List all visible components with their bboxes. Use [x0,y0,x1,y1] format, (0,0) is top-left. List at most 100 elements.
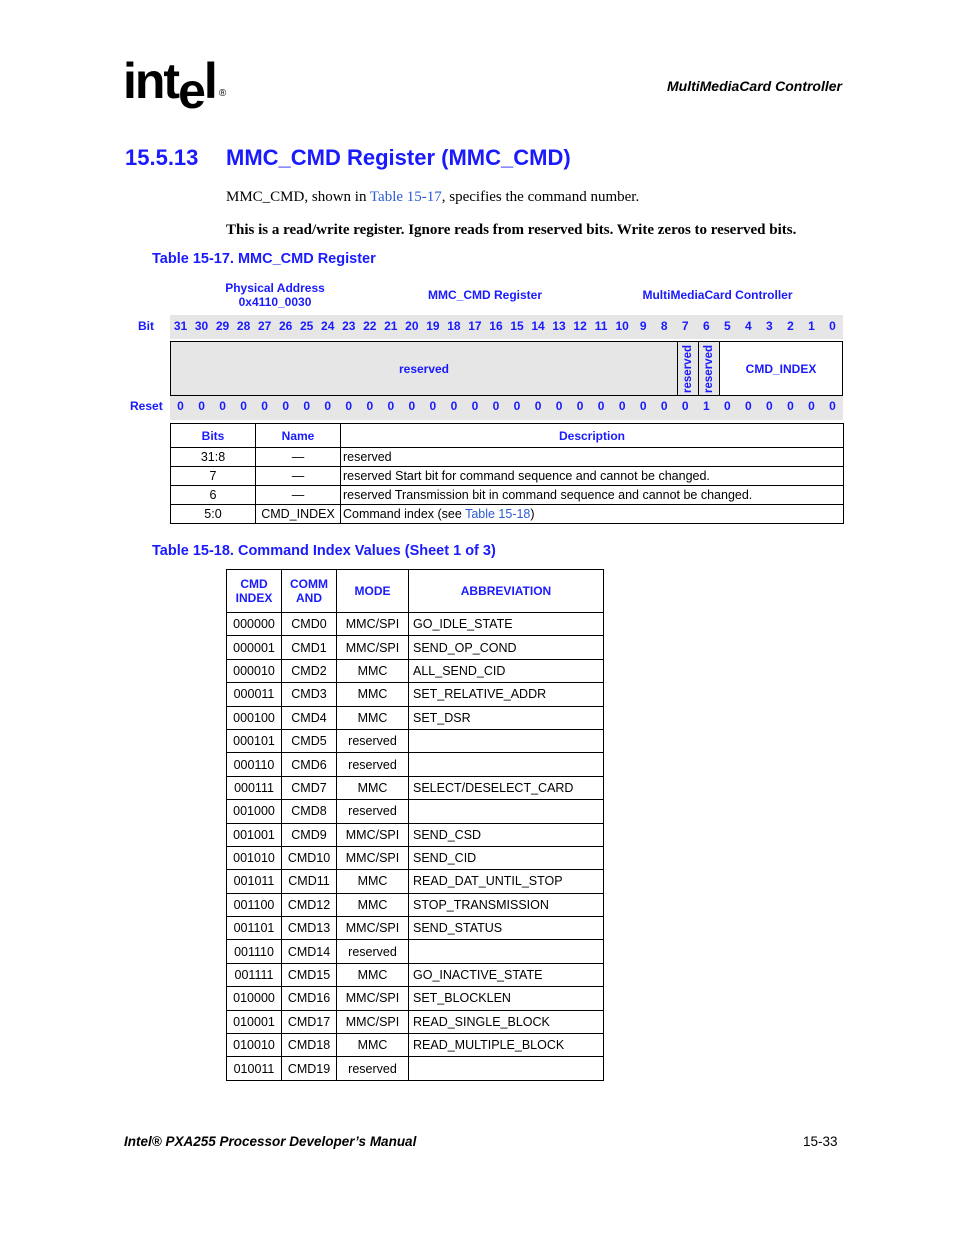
command-index-table: CMD INDEX COMM AND MODE ABBREVIATION 00000… [226,569,604,1081]
cell-mode: MMC/SPI [336,822,409,847]
reset-value: 0 [303,399,311,413]
bit-number: 13 [552,319,566,333]
bit-number: 31 [173,319,188,333]
cell-mode: reserved [336,939,409,964]
intel-logo: intel ® [123,53,227,116]
cell-abbreviation: SET_RELATIVE_ADDR [408,682,604,707]
cell-command: CMD10 [281,845,337,871]
bit-number: 0 [829,319,836,333]
cell-cmd-index: 000001 [226,635,282,660]
footer-manual-title: Intel® PXA255 Processor Developer’s Manu… [124,1134,417,1149]
cell-cmd-index: 001101 [226,916,282,941]
bit-row-label: Bit [138,319,154,333]
cell-abbreviation: SET_DSR [408,705,604,730]
column-header-mode: MODE [336,569,409,613]
table-row: 001110 CMD14 reserved [226,939,604,964]
cell-command: CMD5 [281,728,337,754]
table-row: 000010 CMD2 MMC ALL_SEND_CID [226,658,604,684]
bit-number: 11 [594,319,608,333]
reset-value: 0 [766,399,773,413]
cell-mode: MMC/SPI [336,635,409,660]
header-line: INDEX [235,591,273,605]
reset-value: 0 [618,399,626,413]
cell-mode: MMC [336,892,409,918]
cell-abbreviation: READ_DAT_UNTIL_STOP [408,869,604,894]
bit-number: 21 [384,319,398,333]
cell-cmd-index: 001010 [226,845,282,871]
cell-cmd-index: 001001 [226,822,282,847]
logo-text: int [123,53,180,109]
table-row: 000110 CMD6 reserved [226,752,604,777]
table-header-row: CMD INDEX COMM AND MODE ABBREVIATION [226,569,604,613]
command-table-caption: Table 15-18. Command Index Values (Sheet… [152,543,496,559]
cell-abbreviation: SEND_CSD [408,822,604,847]
cell-abbreviation: READ_SINGLE_BLOCK [408,1009,604,1035]
reset-value: 0 [450,399,458,413]
cell-mode: MMC/SPI [336,1009,409,1035]
table-15-17-link[interactable]: Table 15-17 [370,189,442,205]
cell-command: CMD0 [281,611,337,637]
reset-value: 0 [177,399,184,413]
reset-row-label: Reset [130,399,163,413]
cell-name: — [255,485,341,505]
reset-value: 0 [471,399,479,413]
bit-number: 10 [615,319,629,333]
cell-cmd-index: 000000 [226,611,282,637]
cell-cmd-index: 000011 [226,682,282,707]
field-reserved-31-8: reserved [398,361,450,376]
logo-text-l: l [203,53,218,109]
section-heading: 15.5.13 MMC_CMD Register (MMC_CMD) [125,145,571,171]
bit-number: 17 [468,319,482,333]
cell-cmd-index: 001111 [226,962,282,988]
cell-cmd-index: 010010 [226,1033,282,1058]
cell-mode: MMC [336,705,409,730]
column-header-command: COMM AND [281,569,337,613]
cell-abbreviation [408,728,604,754]
table-15-18-link[interactable]: Table 15-18 [465,507,530,521]
table-row: 000011 CMD3 MMC SET_RELATIVE_ADDR [226,682,604,707]
bit-number: 6 [702,319,710,333]
field-reserved-bit-6: reserved [698,342,719,395]
field-label: reserved [703,344,715,393]
bit-number: 18 [447,319,461,333]
cell-command: CMD7 [281,775,337,801]
cell-abbreviation: SELECT/DESELECT_CARD [408,775,604,801]
register-field-map: reserved reserved reserved CMD_INDEX [170,341,843,396]
reset-value: 0 [429,399,437,413]
physical-address-value: 0x4110_0030 [238,295,312,309]
reset-value: 0 [324,399,332,413]
cell-cmd-index: 000101 [226,728,282,754]
cell-cmd-index: 001110 [226,939,282,964]
reset-value: 0 [808,399,815,413]
bit-number: 4 [745,319,752,333]
bit-number: 14 [531,319,545,333]
reset-value: 0 [219,399,226,413]
cell-mode: reserved [336,728,409,754]
cell-command: CMD17 [281,1009,337,1035]
cell-mode: MMC/SPI [336,611,409,637]
cell-abbreviation [408,799,604,824]
registered-mark: ® [218,88,227,99]
reset-value: 0 [597,399,605,413]
table-row: 001011 CMD11 MMC READ_DAT_UNTIL_STOP [226,869,604,894]
description-text-suffix: ) [530,507,535,521]
cell-mode: MMC [336,682,409,707]
table-row: 001000 CMD8 reserved [226,799,604,824]
cell-mode: MMC [336,869,409,894]
cell-mode: MMC/SPI [336,916,409,941]
table-row: 001001 CMD9 MMC/SPI SEND_CSD [226,822,604,847]
cell-abbreviation [408,939,604,964]
table-row: 001111 CMD15 MMC GO_INACTIVE_STATE [226,962,604,988]
cell-abbreviation: GO_INACTIVE_STATE [408,962,604,988]
cell-cmd-index: 000110 [226,752,282,777]
register-note: This is a read/write register. Ignore re… [226,222,797,238]
cell-command: CMD16 [281,986,337,1011]
cell-name: — [255,447,341,467]
bit-number: 27 [257,319,272,333]
footer-page-number: 15-33 [803,1134,838,1149]
table-row: 000001 CMD1 MMC/SPI SEND_OP_COND [226,635,604,660]
cell-command: CMD4 [281,705,337,730]
register-unit-header: MultiMediaCard Controller [642,288,793,302]
intro-text: MMC_CMD, shown in [226,189,370,205]
cell-mode: MMC [336,658,409,684]
